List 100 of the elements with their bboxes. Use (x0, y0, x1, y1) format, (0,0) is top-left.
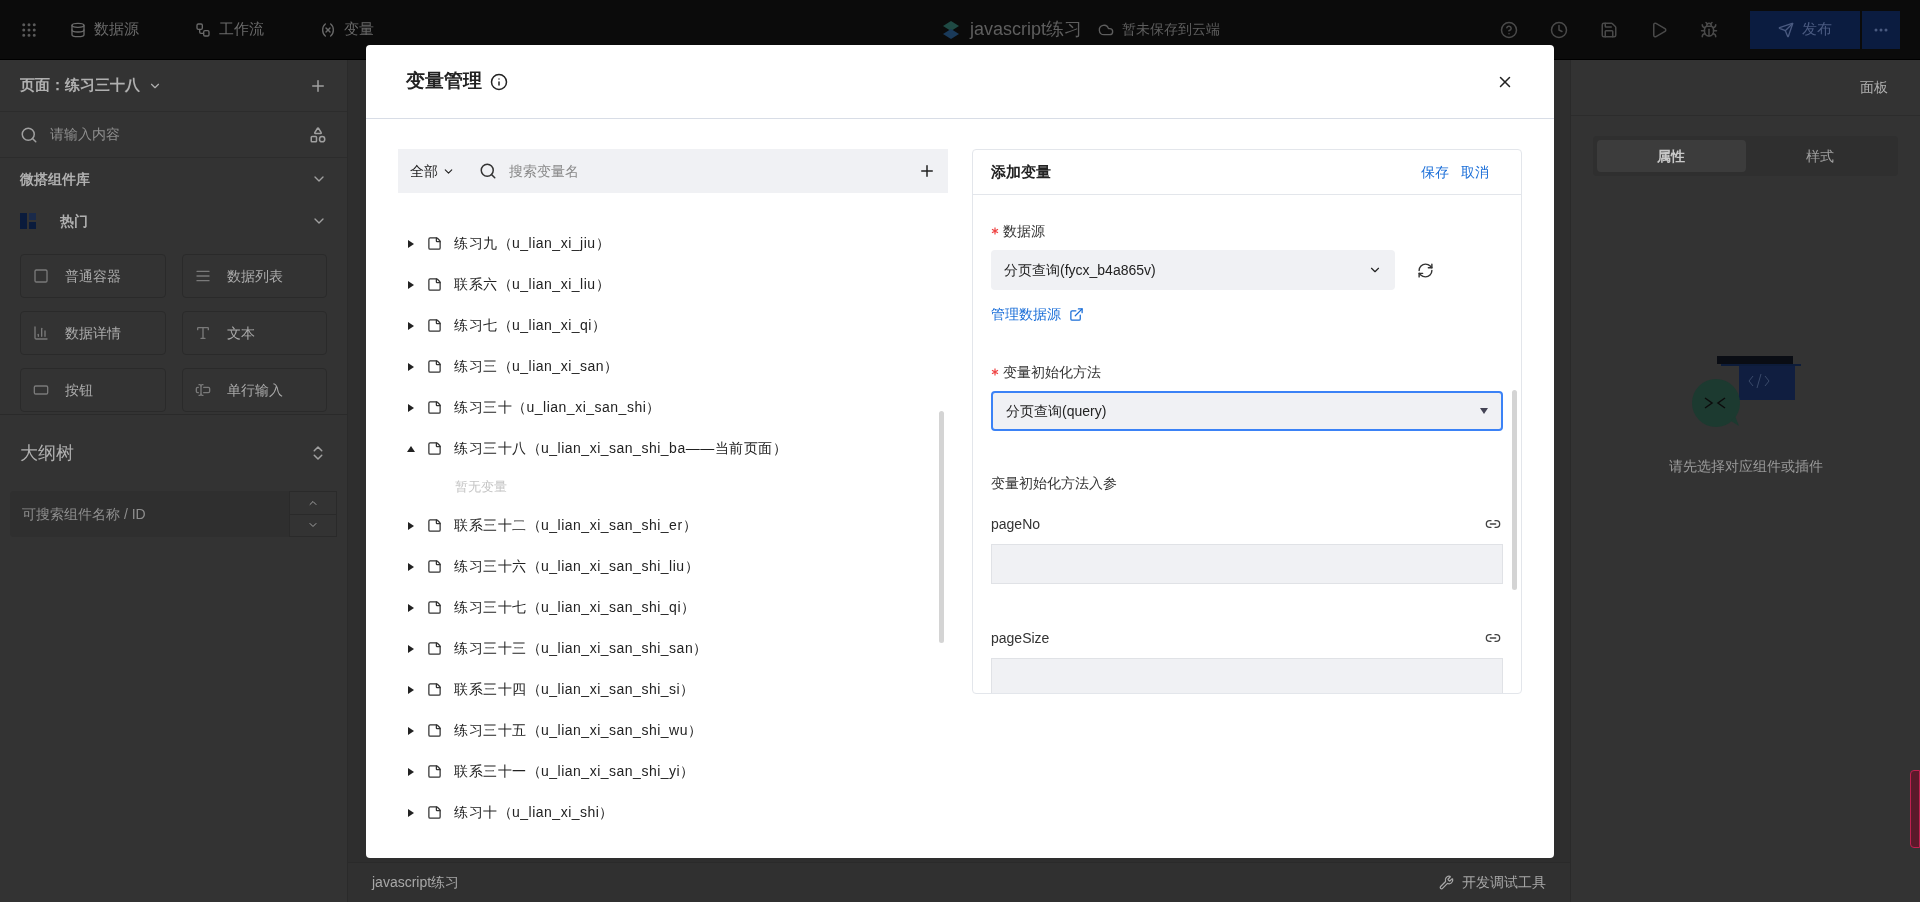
tree-item[interactable]: 练习三十五（u_lian_xi_san_shi_wu） (398, 710, 948, 751)
tree-item[interactable]: 联系六（u_lian_xi_liu） (398, 264, 948, 305)
tree-item[interactable]: 练习三十三（u_lian_xi_san_shi_san） (398, 628, 948, 669)
caret-right-icon[interactable] (407, 726, 415, 735)
search-icon (479, 162, 497, 180)
component-tile[interactable]: 文本 (181, 311, 327, 355)
search-icon (20, 125, 38, 144)
panel-title: 面板 (1860, 78, 1888, 97)
action-link[interactable]: 保存 (1421, 161, 1449, 183)
detail-icon (33, 325, 49, 341)
list-icon (194, 268, 211, 284)
component-tile[interactable]: 数据列表 (181, 254, 327, 298)
tree-item[interactable]: 练习九（u_lian_xi_jiu） (398, 223, 948, 264)
panel-tab[interactable]: 样式 (1745, 140, 1894, 172)
tree-item[interactable]: 联系三十二（u_lian_xi_san_shi_er） (398, 505, 948, 546)
tree-item[interactable]: 联系三十四（u_lian_xi_san_shi_si） (398, 669, 948, 710)
caret-right-icon[interactable] (407, 603, 415, 612)
datasource-select[interactable]: 分页查询(fycx_b4a865v) (991, 250, 1395, 290)
document-icon (427, 441, 442, 456)
apps-icon[interactable] (20, 20, 38, 39)
caret-right-icon[interactable] (407, 644, 415, 653)
add-button[interactable] (906, 149, 948, 193)
param-input[interactable] (991, 658, 1503, 693)
component-tile[interactable]: 数据详情 (20, 311, 166, 355)
nav-tab[interactable]: 数据源 (70, 18, 139, 41)
nav-tab[interactable]: 工作流 (195, 18, 264, 41)
document-icon (427, 641, 442, 656)
dev-tools-button[interactable]: 开发调试工具 (1439, 872, 1546, 893)
component-tile[interactable]: 普通容器 (20, 254, 166, 298)
text-icon (194, 325, 211, 341)
tree-item-label: 练习三十六（u_lian_xi_san_shi_liu） (454, 557, 700, 576)
shapes-icon[interactable] (309, 125, 327, 144)
tree-item[interactable]: 练习三十（u_lian_xi_san_shi） (398, 387, 948, 428)
tree-item[interactable]: 练习十（u_lian_xi_shi） (398, 792, 948, 833)
tree-item-label: 练习三十七（u_lian_xi_san_shi_qi） (454, 598, 696, 617)
document-icon (427, 600, 442, 615)
caret-right-icon[interactable] (407, 321, 415, 330)
param-input[interactable] (991, 544, 1503, 584)
tree-item[interactable]: 练习三（u_lian_xi_san） (398, 346, 948, 387)
tree-item-label: 联系三十一（u_lian_xi_san_shi_yi） (454, 762, 695, 781)
outline-search-field[interactable]: 可搜索组件名称 / ID (10, 491, 289, 537)
page-selector[interactable]: 页面：练习三十八 (20, 74, 162, 97)
refresh-icon[interactable] (1417, 261, 1434, 279)
library-title: 微搭组件库 (20, 169, 90, 189)
scrollbar-thumb[interactable] (1512, 390, 1517, 590)
document-icon (427, 518, 442, 533)
external-link-icon (1069, 307, 1084, 322)
caret-up-icon[interactable] (407, 444, 415, 453)
tree-item-label: 练习三十三（u_lian_xi_san_shi_san） (454, 639, 708, 658)
nav-tab[interactable]: 变量 (320, 18, 374, 41)
tree-item-label: 练习九（u_lian_xi_jiu） (454, 234, 611, 253)
document-icon (427, 400, 442, 415)
tree-item-label: 练习三十（u_lian_xi_san_shi） (454, 398, 661, 417)
filter-dropdown[interactable]: 全部 (398, 149, 463, 193)
tree-item[interactable]: 练习三十八（u_lian_xi_san_shi_ba——当前页面） (398, 428, 948, 469)
manage-datasource-link[interactable]: 管理数据源 (991, 304, 1084, 325)
tree-item-label: 练习七（u_lian_xi_qi） (454, 316, 607, 335)
field-label: 数据源 (1003, 221, 1045, 241)
tree-item-label: 练习三十五（u_lian_xi_san_shi_wu） (454, 721, 703, 740)
caret-right-icon[interactable] (407, 767, 415, 776)
save-status: 暂未保存到云端 (1122, 20, 1220, 39)
search-input[interactable]: 搜索变量名 (509, 160, 906, 182)
caret-right-icon[interactable] (407, 239, 415, 248)
page-name: javascript练习 (372, 873, 460, 892)
caret-right-icon[interactable] (407, 562, 415, 571)
caret-right-icon[interactable] (407, 808, 415, 817)
card-title: 添加变量 (991, 161, 1052, 182)
params-title: 变量初始化方法入参 (991, 474, 1118, 493)
container-icon (33, 268, 49, 284)
panel-tab[interactable]: 属性 (1597, 140, 1746, 172)
document-icon (427, 723, 442, 738)
document-icon (427, 764, 442, 779)
field-label: 变量初始化方法 (1003, 362, 1101, 382)
param-label: pageNo (991, 514, 1041, 534)
group-icon (20, 213, 36, 229)
caret-right-icon[interactable] (407, 362, 415, 371)
document-icon (427, 277, 442, 292)
tree-item-label: 联系三十四（u_lian_xi_san_shi_si） (454, 680, 695, 699)
workflow-icon (195, 21, 211, 38)
caret-right-icon[interactable] (407, 521, 415, 530)
caret-right-icon[interactable] (407, 685, 415, 694)
caret-right-icon[interactable] (407, 403, 415, 412)
document-icon (427, 559, 442, 574)
init-method-select[interactable]: 分页查询(query) (991, 391, 1503, 431)
document-icon (427, 805, 442, 820)
component-tile[interactable]: 单行输入 (181, 368, 327, 412)
tree-item[interactable]: 练习七（u_lian_xi_qi） (398, 305, 948, 346)
component-tile[interactable]: 按钮 (20, 368, 166, 412)
search-field[interactable]: 请输入内容 (50, 124, 309, 145)
action-link[interactable]: 取消 (1461, 161, 1489, 183)
param-label: pageSize (991, 628, 1050, 648)
info-icon[interactable] (490, 72, 508, 91)
scrollbar-thumb[interactable] (939, 411, 944, 643)
tree-item[interactable]: 联系三十一（u_lian_xi_san_shi_yi） (398, 751, 948, 792)
tree-item[interactable]: 练习三十六（u_lian_xi_san_shi_liu） (398, 546, 948, 587)
caret-right-icon[interactable] (407, 280, 415, 289)
variable-search-field[interactable]: 搜索变量名 (463, 149, 906, 193)
tree-item[interactable]: 练习三十七（u_lian_xi_san_shi_qi） (398, 587, 948, 628)
tree-item-label: 练习三（u_lian_xi_san） (454, 357, 619, 376)
document-icon (427, 359, 442, 374)
